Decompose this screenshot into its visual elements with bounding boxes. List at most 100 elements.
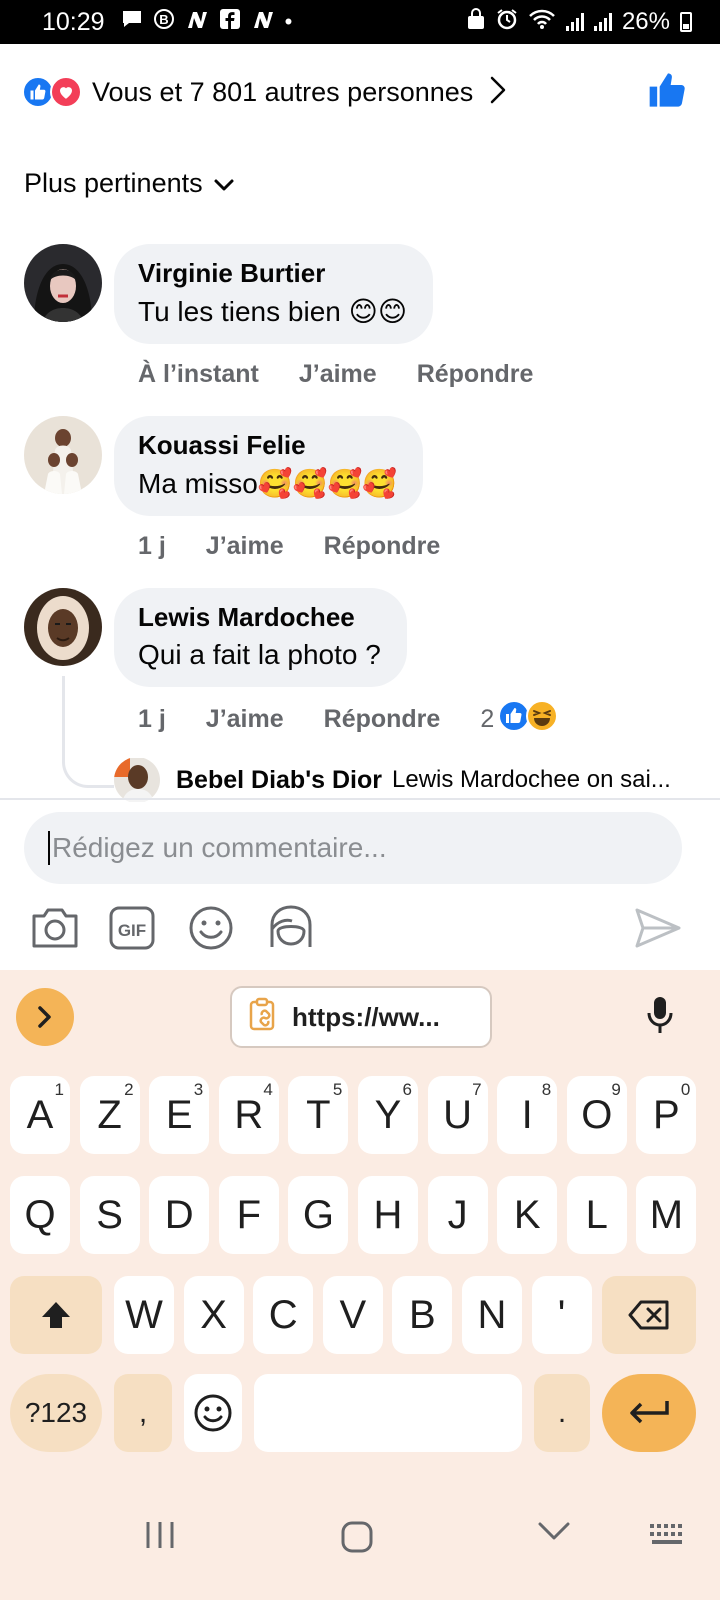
comment-author[interactable]: Virginie Burtier: [138, 258, 407, 289]
avatar[interactable]: [24, 244, 102, 322]
reactions-summary-text: Vous et 7 801 autres personnes: [92, 76, 474, 107]
key-h[interactable]: H: [358, 1176, 418, 1254]
backspace-key[interactable]: [602, 1276, 696, 1354]
key-w[interactable]: W: [114, 1276, 174, 1354]
like-comment-button[interactable]: J’aime: [299, 360, 377, 389]
key-i[interactable]: I8: [497, 1076, 558, 1154]
reply-preview[interactable]: Bebel Diab's Dior Lewis Mardochee on sai…: [114, 758, 684, 802]
key-secondary-label: 0: [680, 1080, 691, 1099]
key-u[interactable]: U7: [427, 1076, 488, 1154]
key-q[interactable]: Q: [10, 1176, 70, 1254]
comment-bubble[interactable]: Lewis Mardochee Qui a fait la photo ?: [114, 588, 407, 687]
key-n[interactable]: N: [462, 1276, 522, 1354]
key-v[interactable]: V: [322, 1276, 383, 1354]
divider: [0, 798, 720, 800]
reactions-summary[interactable]: Vous et 7 801 autres personnes: [22, 70, 702, 114]
shift-key[interactable]: [10, 1276, 102, 1354]
avatar[interactable]: [24, 416, 102, 494]
key-l[interactable]: L: [566, 1176, 627, 1254]
key-label: P: [653, 1092, 680, 1137]
key-s[interactable]: S: [79, 1176, 140, 1254]
avatar-sticker-icon[interactable]: [266, 902, 316, 954]
emoji-key[interactable]: [184, 1374, 242, 1452]
symbols-key[interactable]: ?123: [10, 1374, 102, 1452]
key-y[interactable]: Y6: [358, 1076, 418, 1154]
svg-text:B: B: [159, 12, 168, 27]
comment-author[interactable]: Kouassi Felie: [138, 430, 397, 461]
period-key-label: .: [557, 1396, 567, 1429]
key-b[interactable]: B: [392, 1276, 453, 1354]
keyboard-switch-icon[interactable]: [648, 1520, 688, 1553]
comment-reaction-count[interactable]: 2: [480, 700, 559, 739]
like-comment-button[interactable]: J’aime: [206, 532, 284, 561]
n-notification-icon: [185, 8, 209, 37]
comma-key[interactable]: ,: [114, 1374, 172, 1452]
comment-bubble[interactable]: Kouassi Felie Ma misso🥰🥰🥰🥰: [114, 416, 424, 516]
text-cursor: [48, 831, 50, 865]
expand-toolbar-button[interactable]: [16, 988, 74, 1046]
comment-input[interactable]: [52, 832, 642, 864]
key-secondary-label: 1: [54, 1080, 64, 1099]
key-d[interactable]: D: [149, 1176, 210, 1254]
key-apostrophe[interactable]: ': [531, 1276, 592, 1354]
key-label: Z: [97, 1092, 122, 1137]
avatar[interactable]: [24, 588, 102, 666]
like-button[interactable]: [648, 70, 688, 115]
key-z[interactable]: Z2: [79, 1076, 140, 1154]
key-f[interactable]: F: [218, 1176, 279, 1254]
comment-actions: 1 j J’aime Répondre 2: [138, 700, 559, 739]
key-t[interactable]: T5: [288, 1076, 349, 1154]
key-k[interactable]: K: [497, 1176, 558, 1254]
reply-comment-button[interactable]: Répondre: [417, 360, 534, 389]
comment-bubble[interactable]: Virginie Burtier Tu les tiens bien 😊😊: [114, 244, 434, 344]
clipboard-suggestion-chip[interactable]: https://ww...: [230, 986, 492, 1048]
key-label: R: [234, 1092, 264, 1137]
comment-text: Qui a fait la photo ?: [138, 639, 381, 670]
wifi-icon: [528, 8, 556, 37]
key-e[interactable]: E3: [149, 1076, 210, 1154]
reply-author[interactable]: Bebel Diab's Dior: [176, 766, 382, 795]
comment-time: 1 j: [138, 532, 166, 560]
enter-key[interactable]: [602, 1374, 696, 1452]
hide-keyboard-button[interactable]: [536, 1520, 572, 1547]
clipboard-chip-text: https://ww...: [292, 1001, 440, 1032]
key-m[interactable]: M: [636, 1176, 697, 1254]
key-secondary-label: 2: [124, 1080, 134, 1099]
period-key[interactable]: .: [534, 1374, 590, 1452]
battery-icon: [680, 12, 692, 32]
n-notification-icon: [251, 8, 275, 37]
status-time: 10:29: [42, 7, 105, 36]
emoji-icon[interactable]: [188, 902, 234, 954]
comment-composer[interactable]: [24, 812, 682, 884]
space-key[interactable]: [254, 1374, 522, 1452]
symbols-key-label: ?123: [24, 1397, 88, 1428]
comment-actions: À l’instant J’aime Répondre: [138, 360, 533, 389]
recent-apps-button[interactable]: [144, 1520, 176, 1555]
chevron-right-icon: [489, 75, 507, 110]
comment-author[interactable]: Lewis Mardochee: [138, 602, 381, 633]
comma-key-label: ,: [138, 1396, 148, 1429]
send-icon[interactable]: [634, 902, 682, 954]
sort-dropdown[interactable]: Plus pertinents: [24, 168, 235, 199]
key-p[interactable]: P0: [636, 1076, 697, 1154]
key-c[interactable]: C: [253, 1276, 314, 1354]
b-notification-icon: B: [153, 8, 175, 37]
key-secondary-label: 7: [472, 1080, 482, 1099]
camera-icon[interactable]: [30, 902, 80, 954]
comment-time: À l’instant: [138, 360, 259, 388]
key-label: Y: [374, 1092, 402, 1137]
key-g[interactable]: G: [288, 1176, 349, 1254]
key-label: I: [521, 1092, 533, 1137]
like-comment-button[interactable]: J’aime: [206, 705, 284, 734]
key-x[interactable]: X: [183, 1276, 244, 1354]
avatar: [114, 758, 160, 802]
key-a[interactable]: A1: [10, 1076, 70, 1154]
reply-comment-button[interactable]: Répondre: [324, 532, 441, 561]
home-button[interactable]: [340, 1520, 374, 1559]
microphone-icon[interactable]: [644, 994, 676, 1041]
key-o[interactable]: O9: [566, 1076, 627, 1154]
reply-comment-button[interactable]: Répondre: [324, 705, 441, 734]
gif-icon[interactable]: GIF: [108, 902, 156, 954]
key-j[interactable]: J: [427, 1176, 488, 1254]
key-r[interactable]: R4: [218, 1076, 279, 1154]
